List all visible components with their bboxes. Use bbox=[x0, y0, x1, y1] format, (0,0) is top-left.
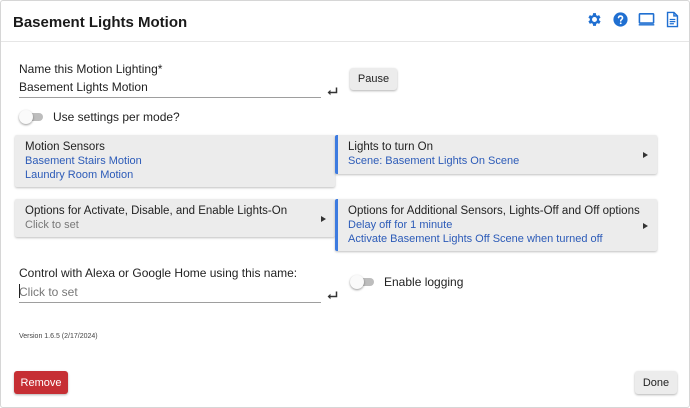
gear-icon[interactable] bbox=[585, 10, 603, 28]
page-title: Basement Lights Motion bbox=[13, 14, 188, 31]
lights-to-turn-on-card[interactable]: Lights to turn On Scene: Basement Lights… bbox=[335, 135, 657, 174]
motion-sensors-card[interactable]: Motion Sensors Basement Stairs Motion La… bbox=[15, 135, 335, 187]
pause-button[interactable]: Pause bbox=[350, 68, 397, 90]
enable-logging-label: Enable logging bbox=[384, 275, 464, 289]
enter-icon[interactable] bbox=[326, 87, 338, 97]
chevron-right-icon bbox=[643, 223, 648, 229]
options-activate-subtitle: Click to set bbox=[25, 219, 79, 231]
toggle-knob bbox=[19, 110, 33, 124]
name-field-label: Name this Motion Lighting* bbox=[19, 62, 163, 76]
motion-sensor-item: Basement Stairs Motion bbox=[25, 155, 142, 167]
options-additional-title: Options for Additional Sensors, Lights-O… bbox=[348, 205, 640, 217]
use-settings-per-mode-label: Use settings per mode? bbox=[53, 110, 180, 124]
monitor-icon[interactable] bbox=[637, 10, 655, 28]
options-activate-card[interactable]: Options for Activate, Disable, and Enabl… bbox=[15, 199, 335, 237]
lights-on-title: Lights to turn On bbox=[348, 141, 434, 153]
help-icon[interactable] bbox=[611, 10, 629, 28]
options-additional-item: Delay off for 1 minute bbox=[348, 219, 453, 231]
motion-sensors-title: Motion Sensors bbox=[25, 141, 105, 153]
options-activate-title: Options for Activate, Disable, and Enabl… bbox=[25, 205, 288, 217]
name-field-input[interactable]: Basement Lights Motion bbox=[19, 80, 148, 94]
use-settings-per-mode-toggle[interactable] bbox=[19, 110, 45, 124]
chevron-right-icon bbox=[321, 216, 326, 222]
version-text: Version 1.6.5 (2/17/2024) bbox=[19, 333, 98, 340]
enable-logging-toggle[interactable] bbox=[350, 275, 376, 289]
lights-on-item: Scene: Basement Lights On Scene bbox=[348, 155, 520, 167]
document-icon[interactable] bbox=[663, 10, 681, 28]
text-cursor bbox=[19, 284, 20, 298]
enter-icon[interactable] bbox=[326, 291, 338, 301]
chevron-right-icon bbox=[643, 152, 648, 158]
name-field-underline bbox=[19, 97, 321, 98]
remove-button[interactable]: Remove bbox=[14, 371, 68, 394]
options-additional-item: Activate Basement Lights Off Scene when … bbox=[348, 233, 603, 245]
done-button[interactable]: Done bbox=[635, 371, 677, 394]
title-divider bbox=[1, 41, 689, 42]
app-window: Basement Lights Motion Name this Motion … bbox=[0, 0, 690, 408]
header-toolbar bbox=[585, 10, 681, 28]
alexa-field-underline bbox=[19, 302, 321, 303]
alexa-field-label: Control with Alexa or Google Home using … bbox=[19, 266, 298, 280]
options-additional-card[interactable]: Options for Additional Sensors, Lights-O… bbox=[335, 199, 657, 251]
alexa-field-input[interactable]: Click to set bbox=[19, 285, 78, 299]
motion-sensor-item: Laundry Room Motion bbox=[25, 169, 134, 181]
toggle-knob bbox=[350, 275, 364, 289]
